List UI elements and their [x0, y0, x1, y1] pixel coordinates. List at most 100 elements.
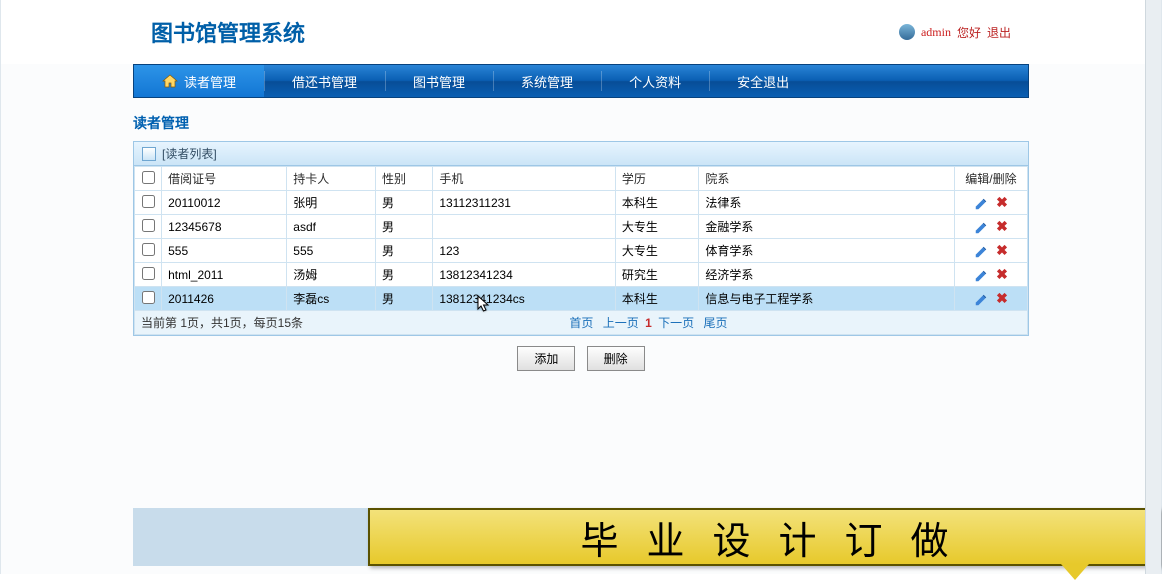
cell-card: 2011426 — [162, 287, 287, 311]
cell-card: 555 — [162, 239, 287, 263]
promo-banner[interactable]: 毕业设计订做 — [368, 508, 1161, 566]
cell-card: html_2011 — [162, 263, 287, 287]
cell-phone — [433, 215, 616, 239]
edit-icon[interactable] — [974, 196, 988, 210]
add-button[interactable]: 添加 — [517, 346, 575, 371]
delete-icon[interactable]: ✖ — [996, 266, 1008, 282]
nav-label: 个人资料 — [629, 72, 681, 91]
col-holder: 持卡人 — [287, 167, 376, 191]
edit-icon[interactable] — [974, 268, 988, 282]
delete-icon[interactable]: ✖ — [996, 290, 1008, 306]
pager-next[interactable]: 下一页 — [658, 316, 694, 330]
nav-label: 借还书管理 — [292, 72, 357, 91]
table-row[interactable]: html_2011汤姆男13812341234研究生经济学系 ✖ — [135, 263, 1028, 287]
col-phone: 手机 — [433, 167, 616, 191]
row-checkbox[interactable] — [142, 267, 155, 280]
delete-icon[interactable]: ✖ — [996, 218, 1008, 234]
content-area: 读者管理 [读者列表] 借阅证号 持卡人 性别 手机 学历 院系 编辑/删除 2… — [133, 113, 1029, 371]
cell-gender: 男 — [375, 191, 432, 215]
nav-profile[interactable]: 个人资料 — [601, 65, 709, 97]
current-user-link[interactable]: admin — [921, 25, 951, 40]
nav-reader-management[interactable]: 读者管理 — [134, 65, 264, 97]
select-all-checkbox[interactable] — [142, 171, 155, 184]
greeting-text: 您好 — [957, 24, 981, 41]
panel-title: [读者列表] — [162, 145, 217, 162]
nav-borrow-return[interactable]: 借还书管理 — [264, 65, 385, 97]
row-checkbox[interactable] — [142, 243, 155, 256]
cell-edu: 大专生 — [615, 215, 698, 239]
edit-icon[interactable] — [974, 292, 988, 306]
cell-holder: 张明 — [287, 191, 376, 215]
user-area: admin 您好 退出 — [899, 24, 1011, 41]
cell-holder: asdf — [287, 215, 376, 239]
home-icon — [162, 74, 178, 88]
edit-icon[interactable] — [974, 244, 988, 258]
nav-logout[interactable]: 安全退出 — [709, 65, 817, 97]
nav-label: 系统管理 — [521, 72, 573, 91]
pager-links: 首页 上一页 1 下一页 尾页 — [566, 314, 730, 331]
row-checkbox[interactable] — [142, 195, 155, 208]
cell-gender: 男 — [375, 287, 432, 311]
cell-gender: 男 — [375, 215, 432, 239]
footer-spacer — [133, 508, 368, 566]
edit-icon[interactable] — [974, 220, 988, 234]
table-row[interactable]: 555555男123大专生体育学系✖ — [135, 239, 1028, 263]
col-edu: 学历 — [615, 167, 698, 191]
nav-label: 图书管理 — [413, 72, 465, 91]
cell-ops: ✖ — [954, 239, 1027, 263]
reader-list-panel: [读者列表] 借阅证号 持卡人 性别 手机 学历 院系 编辑/删除 201100… — [133, 141, 1029, 336]
logo: 图书馆管理系统 — [151, 16, 305, 48]
nav-book-management[interactable]: 图书管理 — [385, 65, 493, 97]
cell-ops: ✖ — [954, 191, 1027, 215]
cell-ops: ✖ — [954, 215, 1027, 239]
cell-gender: 男 — [375, 263, 432, 287]
cell-ops: ✖ — [954, 263, 1027, 287]
cell-phone: 13112311231 — [433, 191, 616, 215]
cell-holder: 汤姆 — [287, 263, 376, 287]
pager-prev[interactable]: 上一页 — [603, 316, 639, 330]
cell-card: 12345678 — [162, 215, 287, 239]
scrollbar[interactable] — [1145, 0, 1161, 574]
cell-card: 20110012 — [162, 191, 287, 215]
table-row[interactable]: 12345678asdf男 大专生金融学系 ✖ — [135, 215, 1028, 239]
table-row[interactable]: 20110012张明男13112311231本科生法律系 ✖ — [135, 191, 1028, 215]
cell-dept: 信息与电子工程学系 — [699, 287, 955, 311]
cell-dept: 金融学系 — [699, 215, 955, 239]
nav-system-management[interactable]: 系统管理 — [493, 65, 601, 97]
cell-edu: 本科生 — [615, 287, 698, 311]
col-dept: 院系 — [699, 167, 955, 191]
cell-edu: 研究生 — [615, 263, 698, 287]
cell-dept: 体育学系 — [699, 239, 955, 263]
cell-phone: 123 — [433, 239, 616, 263]
cell-edu: 本科生 — [615, 191, 698, 215]
nav-label: 安全退出 — [737, 72, 789, 91]
row-checkbox[interactable] — [142, 291, 155, 304]
cell-ops: ✖ — [954, 287, 1027, 311]
cell-gender: 男 — [375, 239, 432, 263]
logout-link[interactable]: 退出 — [987, 24, 1011, 41]
panel-header: [读者列表] — [134, 142, 1028, 166]
row-checkbox[interactable] — [142, 219, 155, 232]
app-header: 图书馆管理系统 admin 您好 退出 — [1, 0, 1161, 64]
cell-phone: 13812341234 — [433, 263, 616, 287]
delete-button[interactable]: 删除 — [587, 346, 645, 371]
table-row[interactable]: 2011426李磊cs男13812341234cs本科生信息与电子工程学系 ✖ — [135, 287, 1028, 311]
cell-holder: 555 — [287, 239, 376, 263]
main-nav: 读者管理 借还书管理 图书管理 系统管理 个人资料 安全退出 — [133, 64, 1029, 98]
cell-phone: 13812341234cs — [433, 287, 616, 311]
delete-icon[interactable]: ✖ — [996, 242, 1008, 258]
pager-row: 当前第 1页，共1页，每页15条 首页 上一页 1 下一页 尾页 — [135, 311, 1028, 335]
pager-last[interactable]: 尾页 — [703, 316, 727, 330]
cell-dept: 经济学系 — [699, 263, 955, 287]
cell-edu: 大专生 — [615, 239, 698, 263]
col-gender: 性别 — [375, 167, 432, 191]
footer-strip: 毕业设计订做 — [133, 508, 1161, 566]
section-title: 读者管理 — [133, 113, 1029, 133]
cell-holder: 李磊cs — [287, 287, 376, 311]
pager-first[interactable]: 首页 — [569, 316, 593, 330]
col-ops: 编辑/删除 — [954, 167, 1027, 191]
reader-table: 借阅证号 持卡人 性别 手机 学历 院系 编辑/删除 20110012张明男13… — [134, 166, 1028, 335]
table-header-row: 借阅证号 持卡人 性别 手机 学历 院系 编辑/删除 — [135, 167, 1028, 191]
delete-icon[interactable]: ✖ — [996, 194, 1008, 210]
cell-dept: 法律系 — [699, 191, 955, 215]
